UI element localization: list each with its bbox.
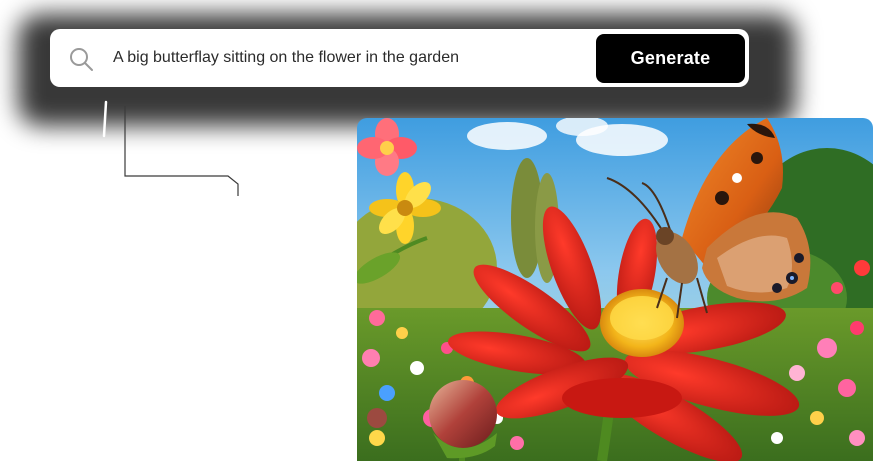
prompt-input[interactable]: A big butterflay sitting on the flower i… [113, 49, 459, 67]
connector-line [102, 100, 239, 196]
prompt-bar: A big butterflay sitting on the flower i… [50, 29, 749, 87]
search-icon [70, 48, 93, 71]
generate-button[interactable]: Generate [596, 34, 745, 83]
generated-image [357, 118, 873, 461]
